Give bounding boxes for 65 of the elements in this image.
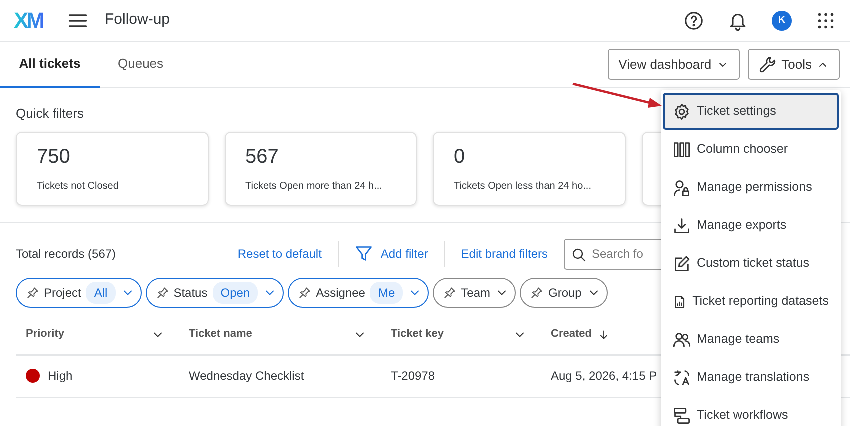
column-header[interactable]: Ticket name (189, 326, 252, 343)
column-header[interactable]: Priority (26, 326, 65, 343)
workflow-icon (673, 406, 691, 424)
filter-chip[interactable]: Assignee Me (288, 278, 430, 308)
columns-icon (673, 140, 691, 158)
person-lock-icon (673, 178, 691, 196)
filter-label: Project (44, 284, 82, 302)
filter-chip[interactable]: Group (520, 278, 608, 308)
wrench-icon (758, 56, 777, 74)
tab[interactable]: All tickets (0, 42, 100, 88)
column-header[interactable]: Ticket key (391, 326, 444, 343)
menu-item[interactable]: Column chooser (663, 131, 839, 168)
download-icon (673, 216, 691, 234)
action-button[interactable]: View dashboard (608, 49, 740, 80)
pin-icon (531, 286, 544, 298)
ticket-count: 567 (246, 144, 280, 168)
menu-item[interactable]: Manage translations (663, 359, 839, 396)
column-header[interactable]: Created (551, 326, 592, 343)
action-button[interactable]: Tools (748, 49, 840, 80)
section-title: Quick filters (16, 105, 84, 123)
pin-icon (299, 286, 312, 298)
filter-chip[interactable]: Project All (16, 278, 142, 308)
quick-filter-card[interactable]: 0 Tickets Open less than 24 ho... (433, 132, 626, 206)
quick-filter-card[interactable]: 567 Tickets Open more than 24 h... (224, 132, 417, 206)
quick-filter-card[interactable]: 750 Tickets not Closed (16, 132, 208, 206)
filter-value: All (86, 282, 116, 304)
avatar[interactable]: K (772, 10, 792, 30)
filter-label: Team (461, 284, 490, 302)
people-icon (673, 330, 691, 348)
filter-icon (354, 245, 373, 263)
filter-value: Me (370, 282, 404, 304)
link[interactable]: Add filter (354, 245, 428, 263)
filter-value: Open (212, 282, 258, 304)
menu-item[interactable]: Ticket workflows (663, 397, 839, 426)
filter-label: Assignee (316, 284, 366, 302)
table-cell: Wednesday Checklist (189, 369, 304, 383)
tab[interactable]: Queues (100, 42, 182, 88)
help-icon (684, 10, 704, 30)
menu-item[interactable]: Ticket reporting datasets (663, 283, 839, 320)
pin-icon (156, 286, 169, 298)
pin-icon (27, 286, 39, 298)
link[interactable]: Reset to default (238, 245, 322, 263)
table-cell-text: High (48, 368, 73, 385)
filter-label: Status (174, 284, 208, 302)
ticket-count: 0 (454, 144, 466, 168)
menu-item[interactable]: Ticket settings (663, 93, 839, 130)
card-label: Tickets Open more than 24 h... (246, 180, 384, 194)
gear-icon (673, 102, 691, 120)
page-title: Follow-up (105, 10, 170, 30)
ticket-count: 750 (37, 144, 72, 168)
total-records: Total records (567) (16, 246, 116, 263)
card-label: Tickets Open less than 24 ho... (454, 180, 592, 194)
menu-item[interactable]: Manage permissions (663, 169, 839, 206)
card-label: Tickets not Closed (37, 180, 120, 194)
link[interactable]: Edit brand filters (461, 245, 548, 263)
table-cell: Aug 5, 2026, 4:15 P (551, 369, 658, 383)
menu-item[interactable]: Manage teams (663, 321, 839, 358)
filter-chip[interactable]: Status Open (146, 278, 284, 308)
filter-chip[interactable]: Team (433, 278, 516, 308)
table-cell: T-20978 (391, 369, 436, 383)
translate-icon (673, 368, 691, 386)
pin-icon (444, 286, 456, 298)
filter-label: Group (548, 284, 582, 302)
apps-grid-icon (816, 10, 836, 30)
edit-icon (673, 254, 691, 272)
